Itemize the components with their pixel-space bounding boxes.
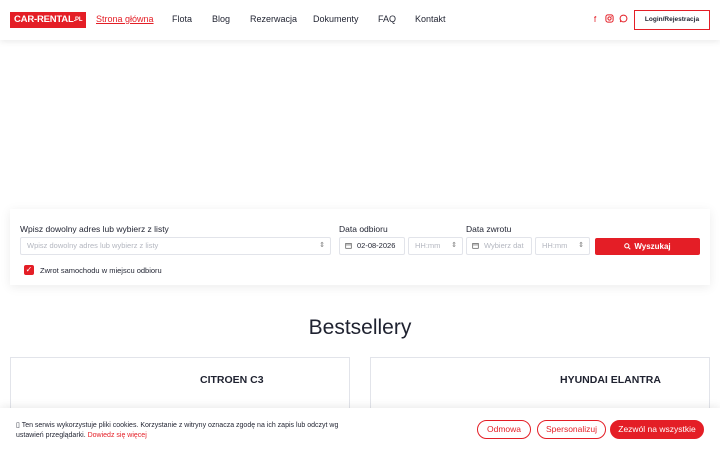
cookie-icon: ▯ — [16, 422, 20, 429]
facebook-icon[interactable]: f — [590, 14, 600, 24]
car-name: HYUNDAI ELANTRA — [560, 374, 661, 386]
nav-home[interactable]: Strona główna — [96, 14, 154, 24]
cookie-accept-all-button[interactable]: Zezwól na wszystkie — [610, 420, 704, 439]
pickup-date-input[interactable]: 02-08-2026 — [339, 237, 405, 255]
return-same-place-label: Zwrot samochodu w miejscu odbioru — [40, 266, 162, 275]
cookie-message: ▯ Ten serwis wykorzystuje pliki cookies.… — [16, 421, 366, 441]
calendar-icon — [472, 238, 479, 254]
cookie-learn-more-link[interactable]: Dowiedz się więcej — [88, 432, 147, 439]
search-button[interactable]: Wyszukaj — [595, 238, 700, 255]
whatsapp-icon[interactable] — [618, 14, 628, 24]
chevron-updown-icon: ⇕ — [451, 242, 457, 249]
return-time-input[interactable]: HH:mm ⇕ — [535, 237, 590, 255]
site-header: CAR-RENTAL.PL Strona główna Flota Blog R… — [0, 0, 720, 40]
logo-text: CAR-RENTAL — [14, 14, 74, 25]
nav-fleet[interactable]: Flota — [172, 14, 192, 24]
address-select[interactable]: Wpisz dowolny adres lub wybierz z listy … — [20, 237, 331, 255]
car-name: CITROEN C3 — [200, 374, 264, 386]
return-date-label: Data zwrotu — [466, 224, 512, 234]
logo-suffix: .PL — [73, 17, 83, 23]
bestsellers-title: Bestsellery — [308, 316, 412, 339]
address-label: Wpisz dowolny adres lub wybierz z listy — [20, 224, 169, 234]
nav-reservation[interactable]: Rezerwacja — [250, 14, 297, 24]
search-button-label: Wyszukaj — [634, 242, 671, 251]
return-same-place-checkbox[interactable]: ✓ — [24, 265, 34, 275]
site-logo[interactable]: CAR-RENTAL.PL — [10, 12, 87, 28]
calendar-icon — [345, 238, 352, 254]
cookie-reject-button[interactable]: Odmowa — [477, 420, 531, 439]
pickup-time-placeholder: HH:mm — [415, 241, 441, 250]
return-date-placeholder: Wybierz dat — [484, 241, 524, 250]
chevron-updown-icon: ⇕ — [578, 242, 584, 249]
cookie-text: Ten serwis wykorzystuje pliki cookies. K… — [16, 422, 339, 439]
address-placeholder: Wpisz dowolny adres lub wybierz z listy — [27, 241, 159, 250]
login-register-button[interactable]: Login/Rejestracja — [634, 10, 710, 30]
nav-documents[interactable]: Dokumenty — [313, 14, 359, 24]
pickup-date-label: Data odbioru — [339, 224, 388, 234]
search-icon — [624, 243, 632, 250]
nav-blog[interactable]: Blog — [212, 14, 230, 24]
chevron-updown-icon: ⇕ — [319, 242, 325, 249]
nav-contact[interactable]: Kontakt — [415, 14, 446, 24]
instagram-icon[interactable] — [604, 14, 614, 24]
pickup-time-input[interactable]: HH:mm ⇕ — [408, 237, 463, 255]
return-time-placeholder: HH:mm — [542, 241, 568, 250]
cookie-customize-button[interactable]: Spersonalizuj — [537, 420, 606, 439]
return-date-input[interactable]: Wybierz dat — [466, 237, 532, 255]
nav-faq[interactable]: FAQ — [378, 14, 396, 24]
pickup-date-value: 02-08-2026 — [357, 241, 396, 250]
